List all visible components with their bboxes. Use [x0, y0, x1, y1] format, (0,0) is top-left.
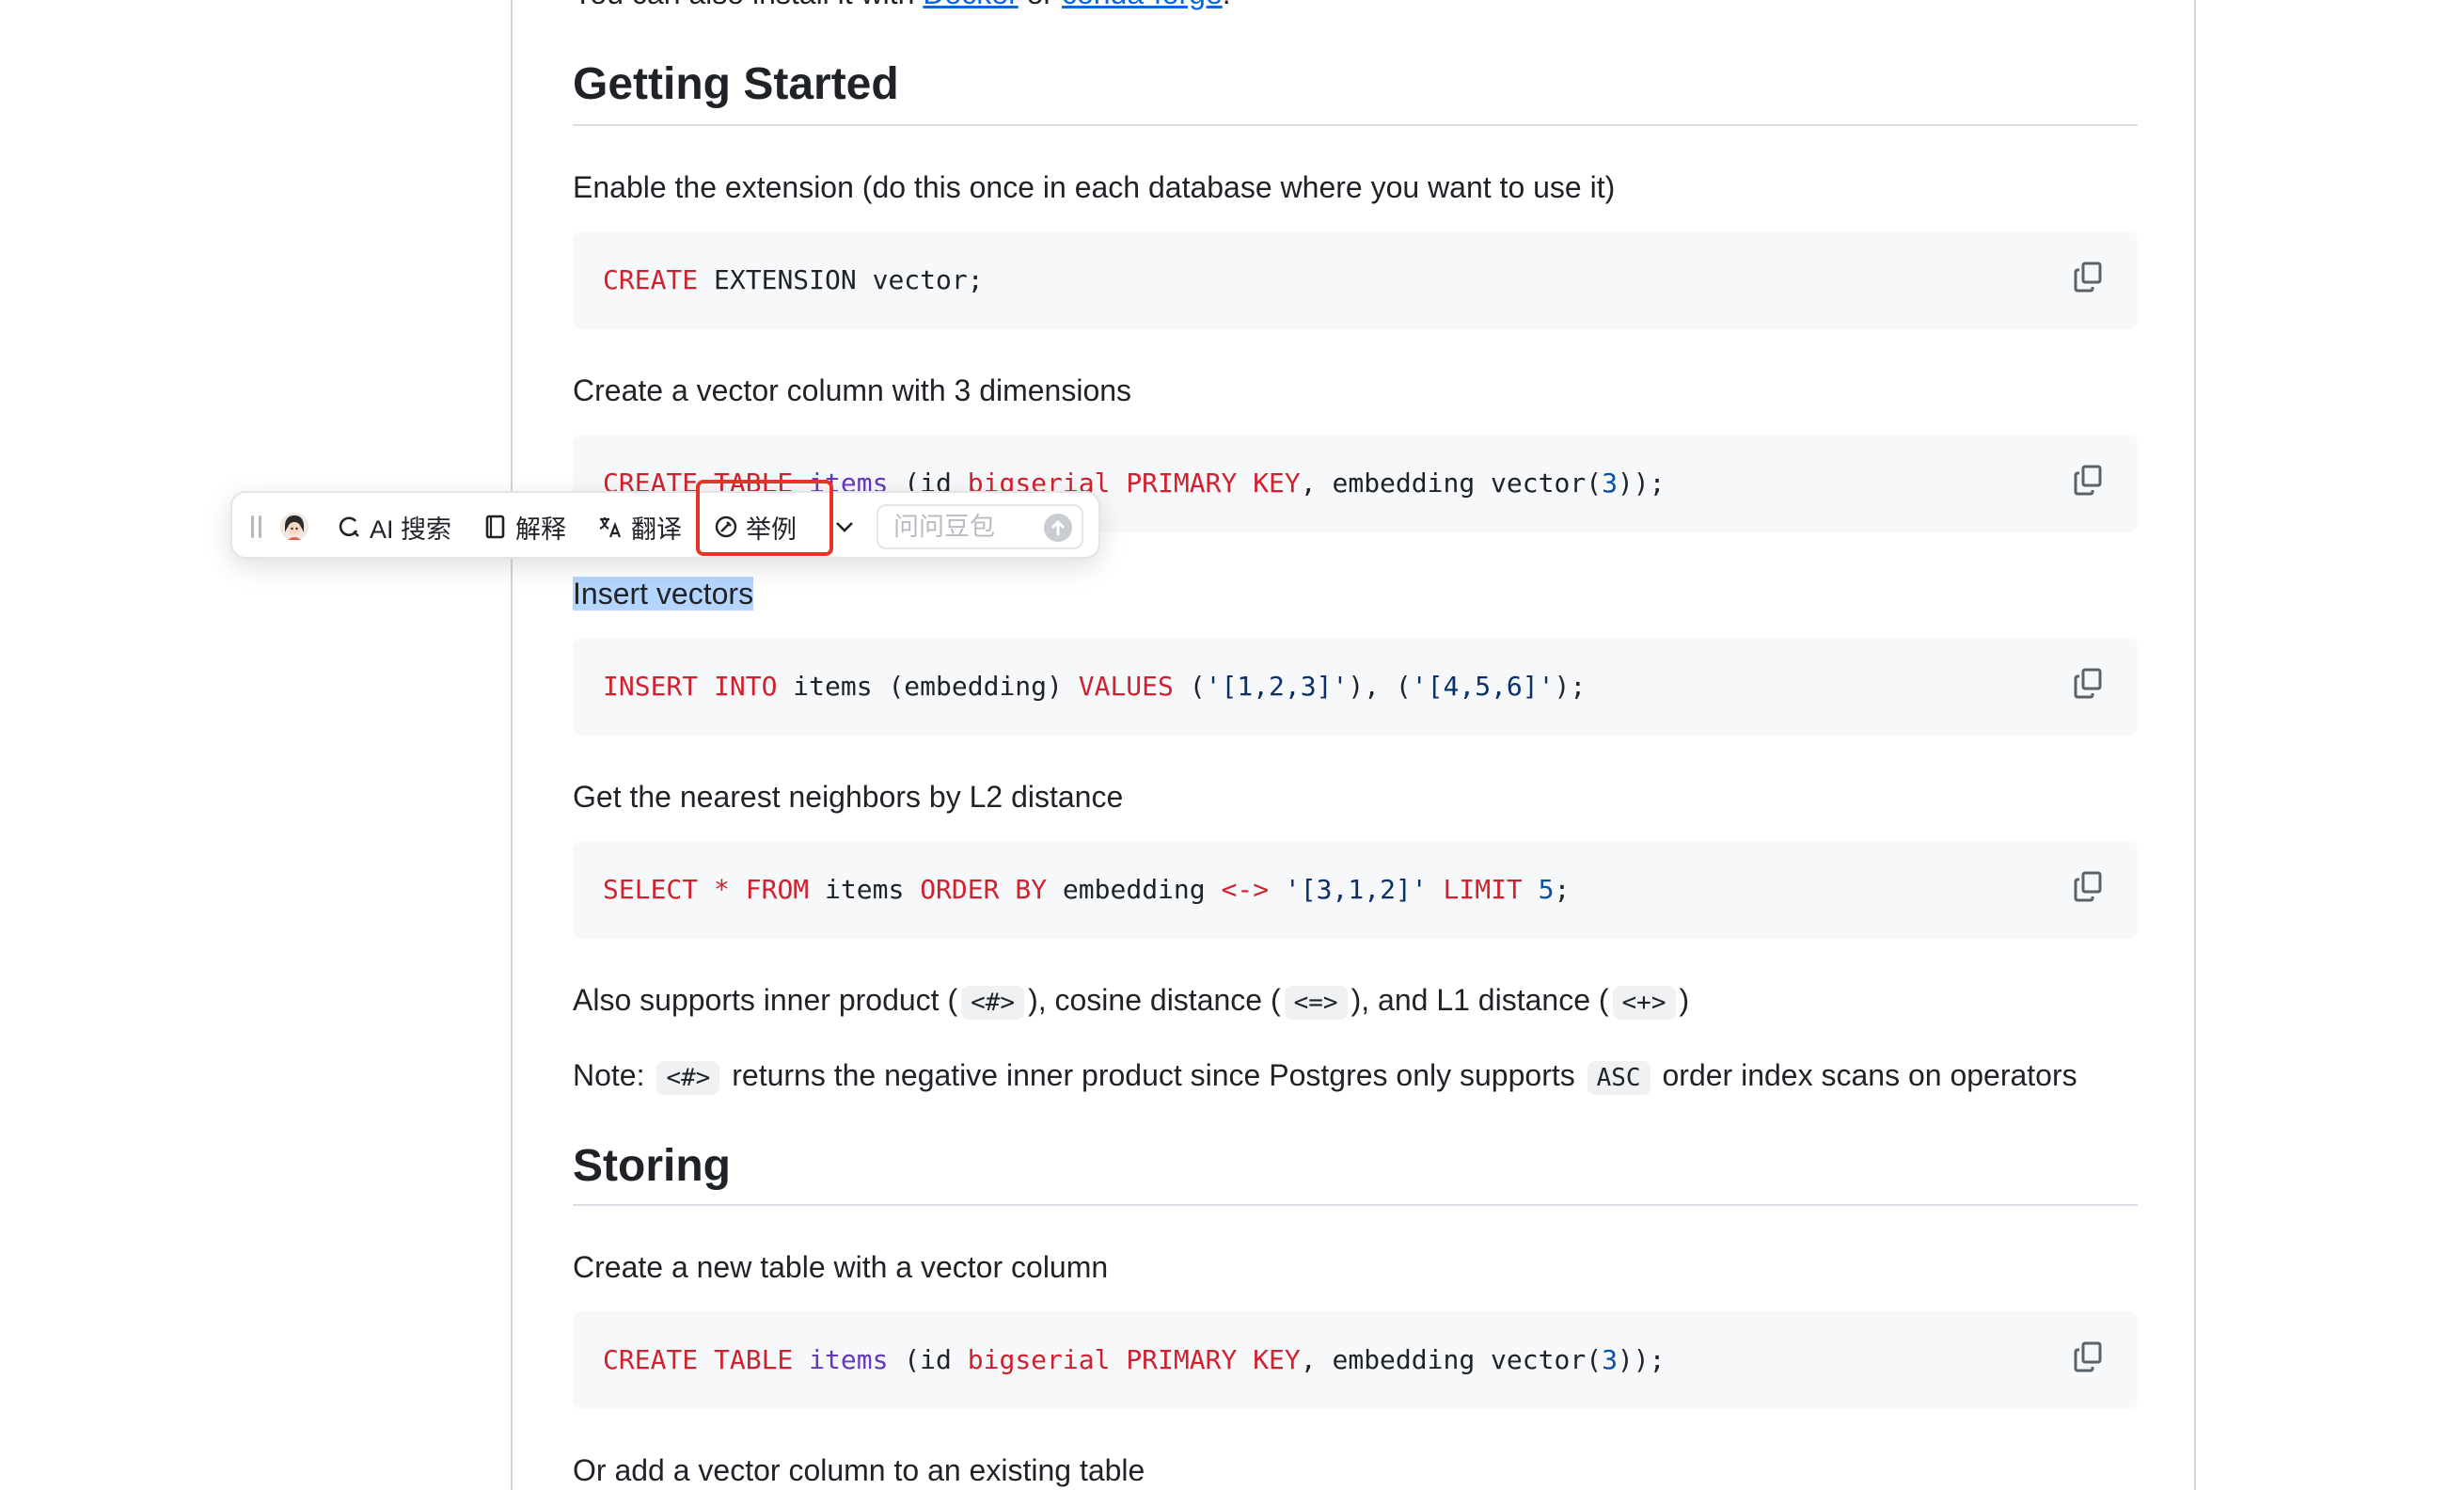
conda-forge-link[interactable]: conda-forge: [1062, 0, 1223, 10]
copy-icon[interactable]: [2070, 258, 2108, 295]
inline-code-cosine: <=>: [1284, 986, 1348, 1020]
arrow-up-icon: [1051, 520, 1065, 535]
copy-icon[interactable]: [2070, 664, 2108, 702]
copy-icon[interactable]: [2070, 867, 2108, 905]
also-supports-text: Also supports inner product (<#>), cosin…: [573, 980, 1689, 1022]
heading-getting-started: Getting Started: [573, 59, 899, 109]
doubao-avatar-icon[interactable]: [279, 512, 309, 542]
inline-code-asc: ASC: [1587, 1061, 1651, 1095]
selected-text: Insert vectors: [573, 577, 754, 610]
drag-handle[interactable]: [251, 515, 262, 538]
book-icon: [485, 515, 505, 539]
inline-code-inner-product-note: <#>: [656, 1061, 720, 1095]
inline-code-inner-product: <#>: [961, 986, 1025, 1020]
selection-toolbar: AI 搜索 解释 翻译 举例 问问豆包: [230, 491, 1100, 559]
code-block-create-table-storing: CREATE TABLE items (id bigserial PRIMARY…: [573, 1311, 2138, 1409]
heading-divider: [573, 1204, 2138, 1206]
inline-code-l1: <+>: [1612, 986, 1676, 1020]
code-create-extension: CREATE EXTENSION vector;: [603, 264, 984, 295]
chevron-down-icon[interactable]: [834, 517, 855, 536]
code-block-insert: INSERT INTO items (embedding) VALUES ('[…: [573, 638, 2138, 736]
new-table-text: Create a new table with a vector column: [573, 1250, 1109, 1284]
translate-icon: [599, 517, 622, 538]
insert-vectors-text: Insert vectors: [573, 574, 754, 613]
heading-storing: Storing: [573, 1141, 731, 1191]
heading-divider: [573, 124, 2138, 126]
code-select: SELECT * FROM items ORDER BY embedding <…: [603, 874, 1571, 905]
ai-search-button[interactable]: AI 搜索: [336, 493, 451, 561]
code-block-create-extension: CREATE EXTENSION vector;: [573, 231, 2138, 329]
red-highlight-annotation: [696, 480, 833, 556]
enable-extension-text: Enable the extension (do this once in ea…: [573, 170, 1616, 204]
code-create-table-storing: CREATE TABLE items (id bigserial PRIMARY…: [603, 1344, 1666, 1375]
code-block-select: SELECT * FROM items ORDER BY embedding <…: [573, 841, 2138, 939]
create-column-text: Create a vector column with 3 dimensions: [573, 373, 1132, 407]
nearest-neighbors-text: Get the nearest neighbors by L2 distance: [573, 780, 1124, 814]
ask-doubao-input[interactable]: 问问豆包: [877, 504, 1083, 549]
add-column-text: Or add a vector column to an existing ta…: [573, 1453, 1145, 1487]
explain-button[interactable]: 解释: [483, 493, 566, 561]
code-insert: INSERT INTO items (embedding) VALUES ('[…: [603, 671, 1587, 702]
send-button[interactable]: [1044, 514, 1072, 542]
translate-button[interactable]: 翻译: [597, 493, 682, 561]
readme-page: You can also install it with Docker or c…: [511, 0, 2196, 1490]
note-text: Note: <#> returns the negative inner pro…: [573, 1055, 2077, 1098]
ai-search-icon: [339, 516, 359, 537]
copy-icon[interactable]: [2070, 1338, 2108, 1375]
install-alternatives-text: You can also install it with Docker or c…: [573, 0, 1231, 13]
docker-link[interactable]: Docker: [923, 0, 1018, 10]
copy-icon[interactable]: [2070, 461, 2108, 499]
